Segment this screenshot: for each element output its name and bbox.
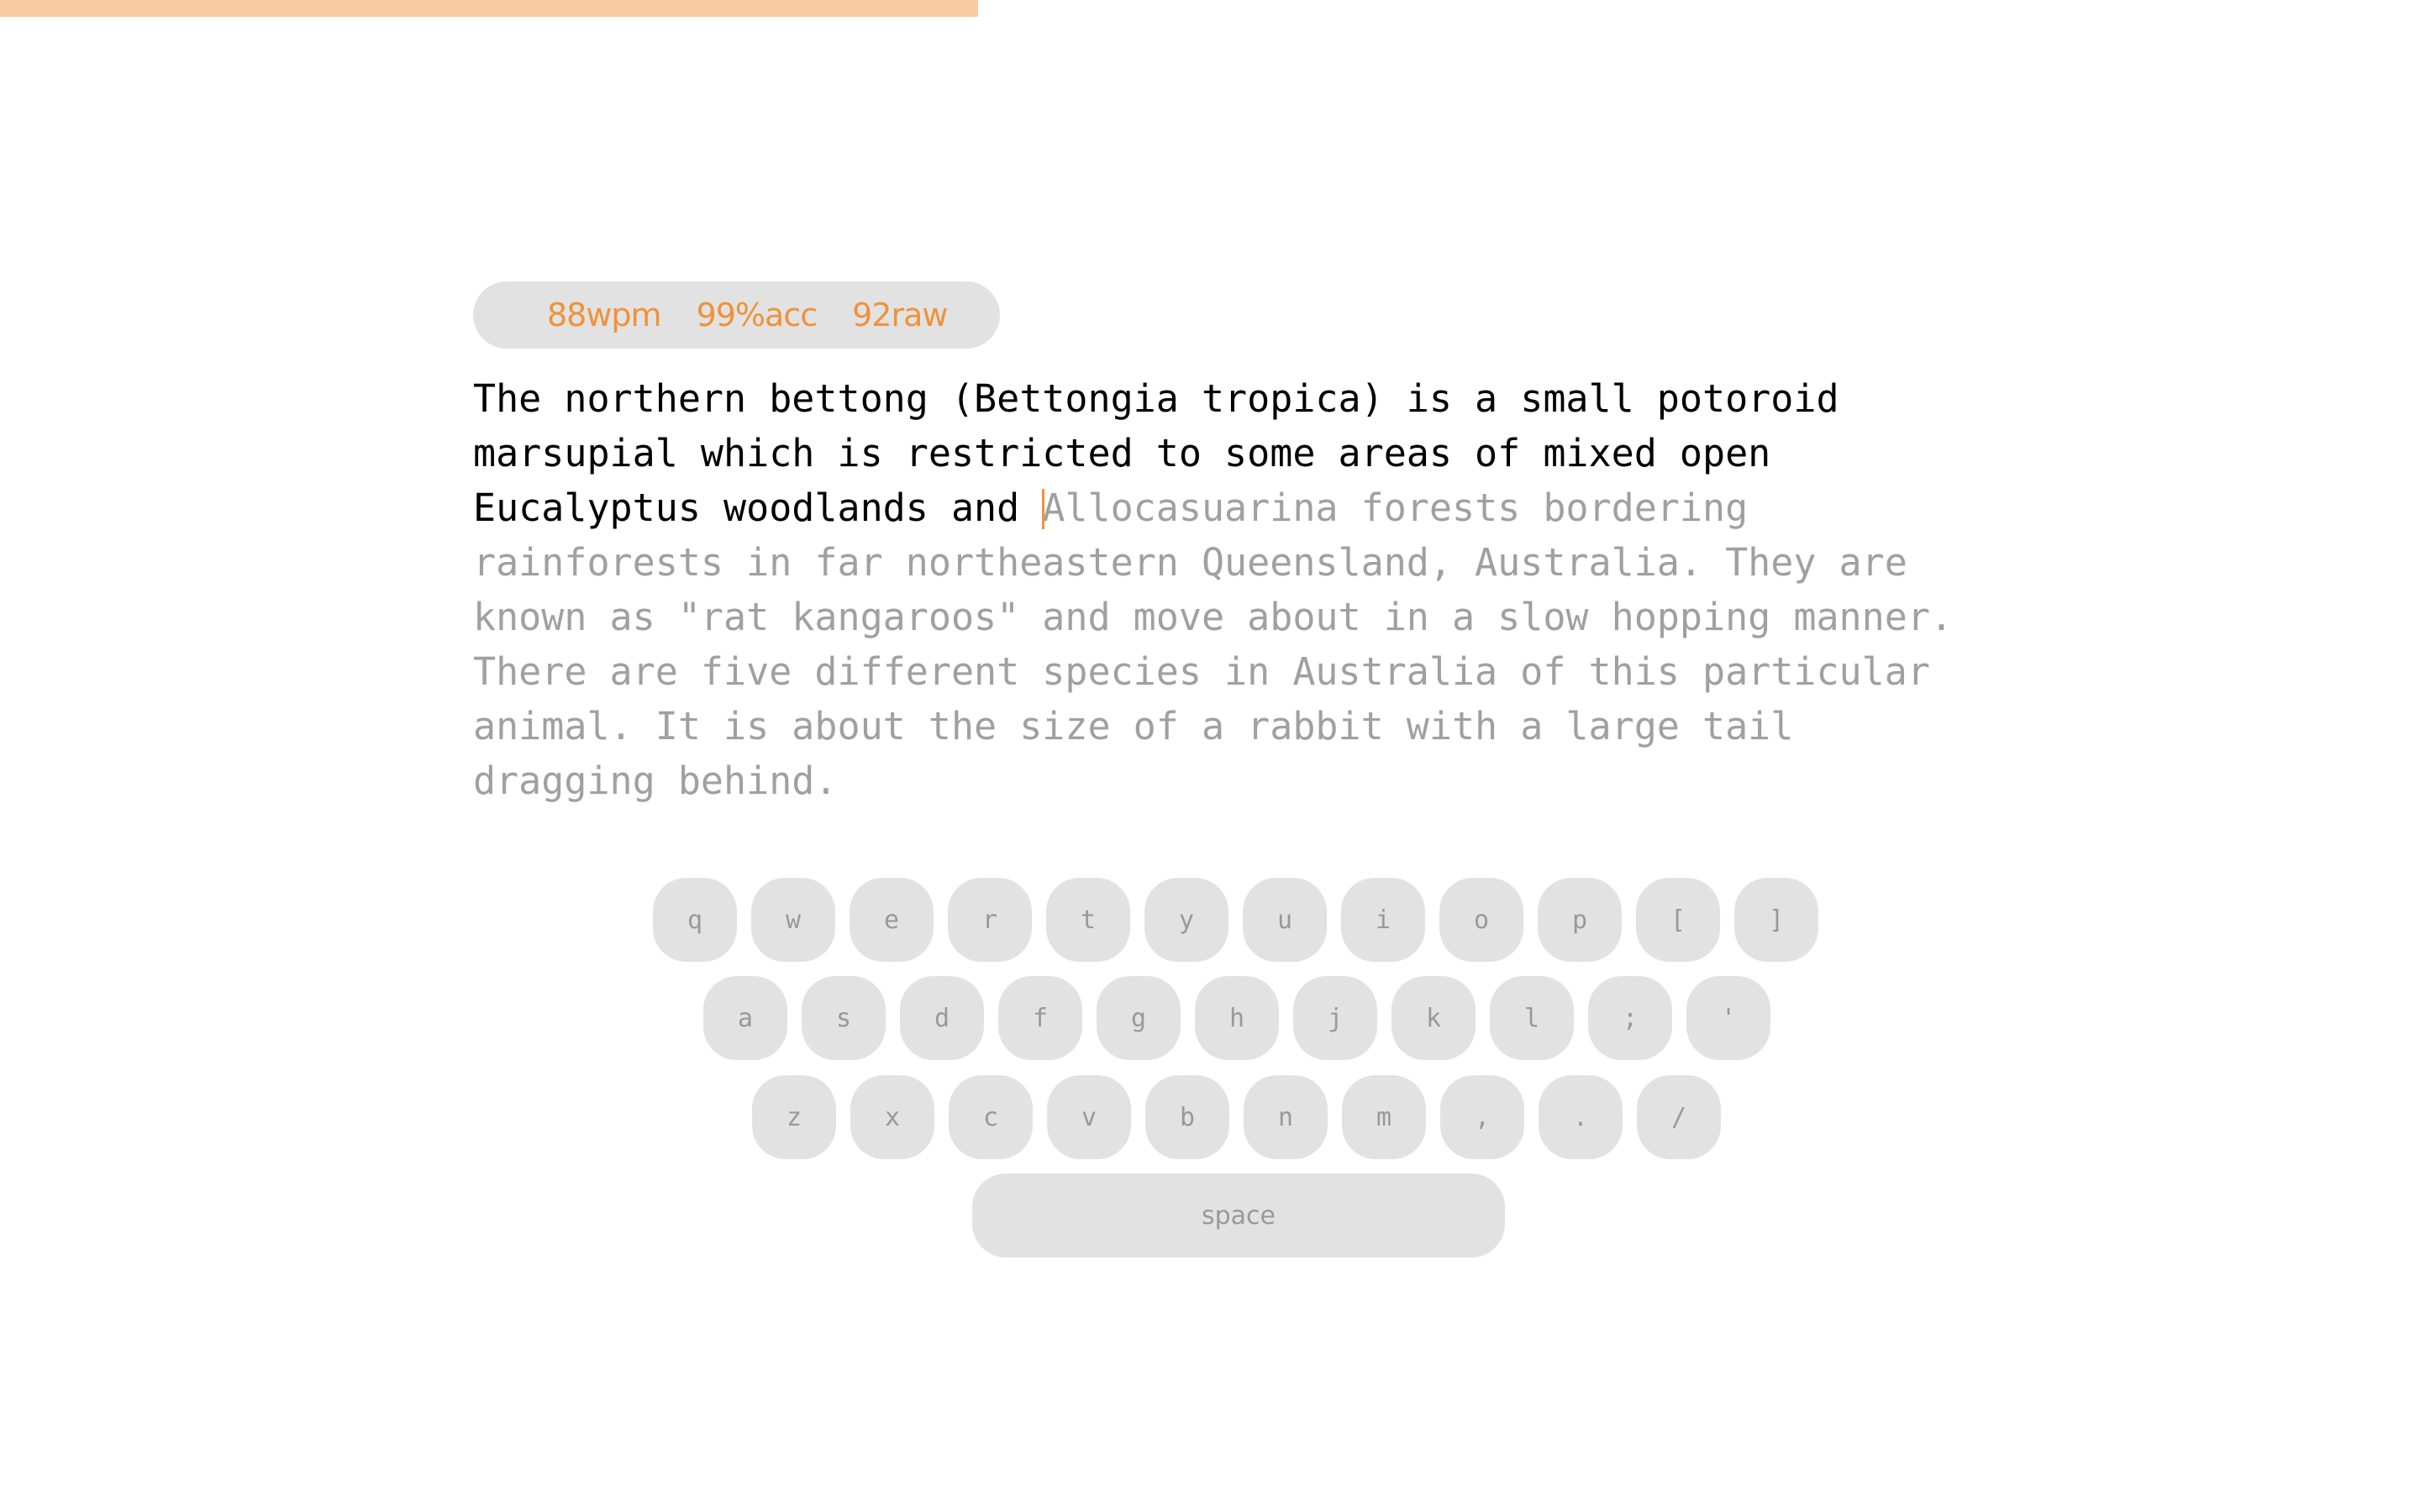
key[interactable]: j bbox=[1293, 976, 1377, 1060]
key[interactable]: i bbox=[1341, 878, 1425, 962]
key[interactable]: b bbox=[1145, 1075, 1229, 1159]
key[interactable]: e bbox=[850, 878, 934, 962]
keyboard-row-bottom: z x c v b n m,. / bbox=[752, 1075, 1721, 1159]
keyboard-row-home: a s d f g h j k l; ' bbox=[703, 976, 1770, 1060]
key[interactable]: o bbox=[1439, 878, 1523, 962]
typing-passage[interactable]: The northern bettong (Bettongia tropica)… bbox=[473, 371, 1975, 808]
key[interactable]: ' bbox=[1686, 976, 1770, 1060]
key[interactable]: v bbox=[1047, 1075, 1131, 1159]
key[interactable]: ; bbox=[1588, 976, 1672, 1060]
key[interactable]: z bbox=[752, 1075, 836, 1159]
key[interactable]: d bbox=[900, 976, 984, 1060]
key[interactable]: , bbox=[1440, 1075, 1524, 1159]
key[interactable]: [ bbox=[1636, 878, 1720, 962]
key[interactable]: k bbox=[1392, 976, 1476, 1060]
keyboard-row-top: q w e r t y u i o p[] bbox=[653, 878, 1818, 962]
key[interactable]: p bbox=[1538, 878, 1622, 962]
accuracy-stat: 99%acc bbox=[696, 297, 818, 333]
wpm-stat: 88wpm bbox=[547, 297, 662, 333]
key[interactable]: q bbox=[653, 878, 737, 962]
key[interactable]: n bbox=[1244, 1075, 1328, 1159]
untyped-text: Allocasuarina forests bordering rainfore… bbox=[473, 486, 1976, 803]
key[interactable]: h bbox=[1195, 976, 1279, 1060]
key[interactable]: l bbox=[1490, 976, 1574, 1060]
key[interactable]: x bbox=[850, 1075, 934, 1159]
key[interactable]: w bbox=[751, 878, 835, 962]
key[interactable]: a bbox=[703, 976, 787, 1060]
stats-panel: 88wpm 99%acc 92raw bbox=[473, 281, 1000, 349]
key[interactable]: m bbox=[1342, 1075, 1426, 1159]
key[interactable]: ] bbox=[1734, 878, 1818, 962]
key[interactable]: y bbox=[1144, 878, 1228, 962]
raw-stat: 92raw bbox=[852, 297, 948, 333]
key[interactable]: g bbox=[1097, 976, 1181, 1060]
key-space[interactable]: space bbox=[972, 1173, 1505, 1257]
key[interactable]: . bbox=[1539, 1075, 1623, 1159]
key[interactable]: f bbox=[998, 976, 1082, 1060]
key[interactable]: / bbox=[1637, 1075, 1721, 1159]
key[interactable]: c bbox=[949, 1075, 1033, 1159]
key[interactable]: t bbox=[1046, 878, 1130, 962]
test-progress-bar bbox=[0, 0, 978, 17]
key[interactable]: r bbox=[948, 878, 1032, 962]
key[interactable]: s bbox=[802, 976, 886, 1060]
key[interactable]: u bbox=[1243, 878, 1327, 962]
